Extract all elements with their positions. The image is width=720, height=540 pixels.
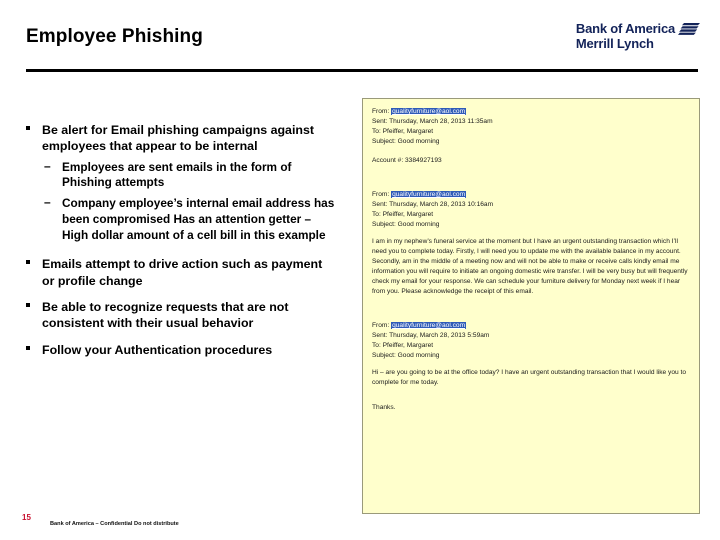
page-title: Employee Phishing <box>26 26 203 47</box>
bullet-text: Follow your Authentication procedures <box>42 342 273 357</box>
brand-name-line2: Merrill Lynch <box>575 35 654 51</box>
email-from-address-link[interactable]: qualityfurniture@aol.com <box>391 108 467 115</box>
email-body: Hi – are you going to be at the office t… <box>372 368 690 413</box>
page-number: 15 <box>22 513 31 522</box>
email-body-paragraph: Hi – are you going to be at the office t… <box>372 369 687 387</box>
email-from-label: From: <box>372 322 390 330</box>
email-to-line: To: Pfeiffer, Margaret <box>372 342 434 350</box>
square-bullet-marker <box>26 260 30 265</box>
email-sent-line: Sent: Thursday, March 28, 2013 11:35am <box>372 118 493 126</box>
bullet-text: Emails attempt to drive action such as p… <box>42 257 323 288</box>
square-bullet-marker <box>26 302 30 307</box>
email-from-address-link[interactable]: qualityfurniture@aol.com <box>391 322 467 330</box>
bullet-text: Be alert for Email phishing campaigns ag… <box>42 123 314 154</box>
email-to-line: To: Pfeiffer, Margaret <box>372 211 434 219</box>
bullet-item-primary: Follow your Authentication procedures <box>26 342 338 358</box>
email-sent-line: Sent: Thursday, March 28, 2013 5:59am <box>372 332 490 340</box>
bullet-text: Employees are sent emails in the form of… <box>62 159 292 190</box>
email-body: I am in my nephew’s funeral service at t… <box>372 237 690 297</box>
brand-logo: Bank of America Merrill Lynch <box>575 21 702 51</box>
email-signoff: Thanks. <box>372 404 396 412</box>
email-account-number: Account #: 3384927193 <box>372 157 442 165</box>
bullet-item-primary: Be able to recognize requests that are n… <box>26 299 338 332</box>
email-to-line: To: Pfeiffer, Margaret <box>372 128 434 136</box>
email-from-address-link[interactable]: qualityfurniture@aol.com <box>391 191 467 199</box>
email-from-line: From: qualityfurniture@aol.com <box>372 107 690 117</box>
bullet-item-sub: – Company employee’s internal email addr… <box>26 195 338 243</box>
email-from-label: From: <box>372 191 390 199</box>
bullet-text: Company employee’s internal email addres… <box>62 196 335 242</box>
brand-name-line1: Bank of America <box>575 21 675 36</box>
bullet-text: Be able to recognize requests that are n… <box>42 299 289 331</box>
bullet-item-primary: Emails attempt to drive action such as p… <box>26 256 338 289</box>
email-from-line: From: qualityfurniture@aol.com <box>372 321 690 331</box>
phishing-email-panel: From: qualityfurniture@aol.com Sent: Thu… <box>362 98 700 514</box>
confidentiality-footer: Bank of America – Confidential Do not di… <box>50 521 179 527</box>
email-subject-line: Subject: Good morning <box>372 352 440 360</box>
email-example-1: From: qualityfurniture@aol.com Sent: Thu… <box>372 107 690 166</box>
email-from-line: From: qualityfurniture@aol.com <box>372 190 690 200</box>
bofa-flag-icon <box>678 22 702 42</box>
square-bullet-marker <box>26 345 30 350</box>
bullet-item-sub: – Employees are sent emails in the form … <box>26 158 338 191</box>
email-from-label: From: <box>372 108 390 115</box>
email-sent-line: Sent: Thursday, March 28, 2013 10:16am <box>372 201 494 209</box>
email-example-2: From: qualityfurniture@aol.com Sent: Thu… <box>372 190 690 297</box>
square-bullet-marker <box>26 126 30 130</box>
email-subject-line: Subject: Good morning <box>372 221 440 229</box>
email-subject-line: Subject: Good morning <box>372 138 440 146</box>
email-example-3: From: qualityfurniture@aol.com Sent: Thu… <box>372 321 690 413</box>
bullet-list: Be alert for Email phishing campaigns ag… <box>26 122 338 361</box>
title-divider <box>26 69 698 72</box>
dash-bullet-marker: – <box>44 158 51 173</box>
dash-bullet-marker: – <box>44 195 51 210</box>
bullet-item-primary: Be alert for Email phishing campaigns ag… <box>26 122 338 155</box>
email-body-paragraph: I am in my nephew’s funeral service at t… <box>372 238 688 296</box>
